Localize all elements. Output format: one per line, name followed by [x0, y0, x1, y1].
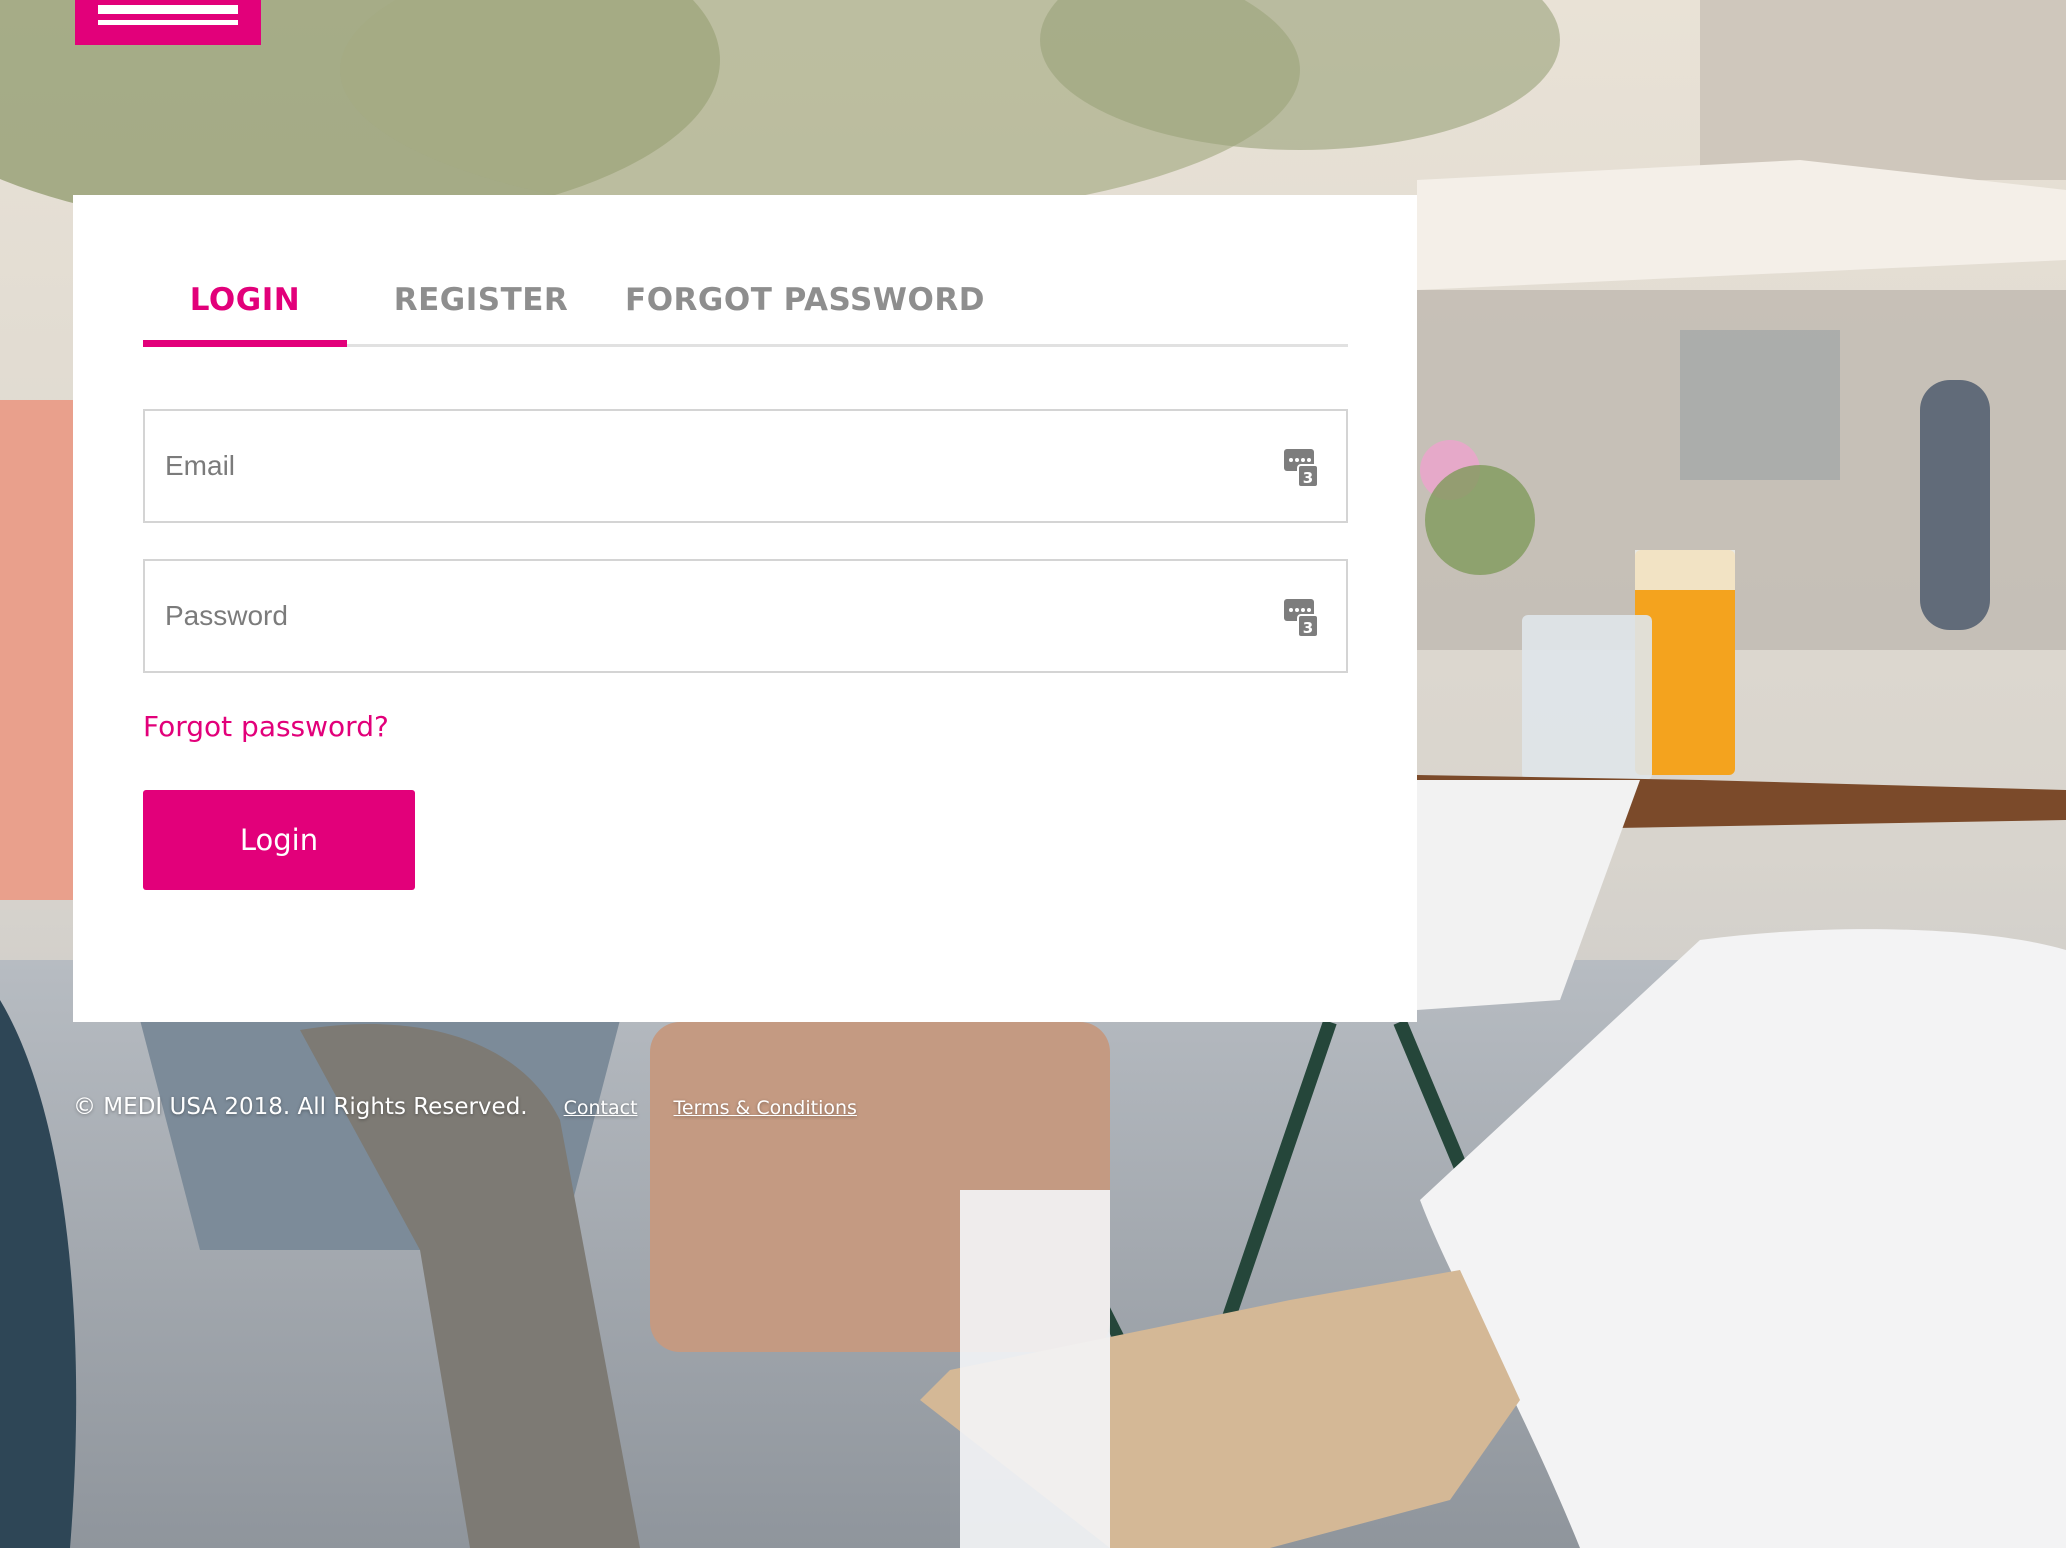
password-field-container: 3 [143, 559, 1348, 673]
copyright-text: © MEDI USA 2018. All Rights Reserved. [73, 1094, 528, 1120]
svg-text:3: 3 [1303, 469, 1313, 487]
email-field-container: 3 [143, 409, 1348, 523]
password-field[interactable] [145, 561, 1265, 671]
contact-link[interactable]: Contact [564, 1097, 638, 1119]
logo-mark [98, 5, 238, 14]
login-card: LOGIN REGISTER FORGOT PASSWORD 3 [73, 195, 1417, 1022]
password-manager-icon[interactable]: 3 [1284, 449, 1318, 487]
login-button[interactable]: Login [143, 790, 415, 890]
login-page: LOGIN REGISTER FORGOT PASSWORD 3 [0, 0, 2066, 1548]
logo-underline [98, 20, 238, 25]
tab-forgot-password[interactable]: FORGOT PASSWORD [615, 255, 995, 344]
auth-tabs: LOGIN REGISTER FORGOT PASSWORD [143, 255, 1348, 347]
terms-link[interactable]: Terms & Conditions [674, 1097, 857, 1119]
svg-text:3: 3 [1303, 619, 1313, 637]
footer: © MEDI USA 2018. All Rights Reserved. Co… [73, 1094, 893, 1120]
email-field[interactable] [145, 411, 1265, 521]
forgot-password-link[interactable]: Forgot password? [143, 710, 389, 743]
brand-logo[interactable] [75, 0, 261, 45]
tab-login[interactable]: LOGIN [143, 255, 347, 347]
password-manager-icon[interactable]: 3 [1284, 599, 1318, 637]
tab-register[interactable]: REGISTER [381, 255, 581, 344]
